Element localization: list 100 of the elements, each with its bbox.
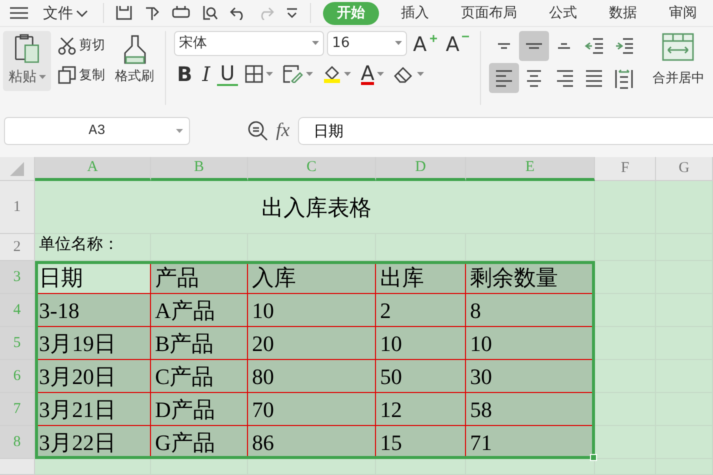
italic-button[interactable]: I — [199, 63, 214, 85]
save-icon[interactable] — [116, 6, 132, 20]
scissors-icon — [58, 36, 76, 55]
font-size-field[interactable]: 16 — [327, 31, 407, 56]
caret-icon[interactable] — [344, 72, 351, 76]
chevron-down-icon — [76, 10, 88, 16]
empty-cell[interactable] — [595, 234, 656, 261]
table-cell: 产品 — [151, 261, 248, 294]
ribbon-tab[interactable]: 插入 — [391, 2, 439, 24]
paste-button[interactable]: 粘贴 — [3, 31, 51, 91]
align-left-button[interactable] — [489, 63, 520, 93]
table-cell: 10 — [248, 294, 376, 327]
table-cell: 30 — [466, 360, 595, 393]
table-cell: B产品 — [151, 327, 248, 360]
table-cell: 2 — [376, 294, 466, 327]
paste-icon — [14, 34, 40, 64]
table-cell: G产品 — [151, 426, 248, 459]
merge-cells-icon — [662, 33, 694, 61]
caret-icon[interactable] — [312, 41, 319, 46]
table-cell: 3月19日 — [35, 327, 151, 360]
align-top-icon — [497, 43, 512, 49]
row-header[interactable]: 1 — [0, 181, 35, 234]
fill-handle[interactable] — [590, 454, 597, 461]
empty-cell[interactable] — [151, 234, 248, 261]
ribbon-tab[interactable]: 公式 — [539, 2, 587, 24]
cut-button[interactable]: 剪切 — [55, 35, 108, 56]
empty-cell[interactable] — [151, 459, 248, 475]
table-cell: 3月20日 — [35, 360, 151, 393]
caret-icon — [176, 129, 183, 134]
copy-button[interactable]: 复制 — [55, 64, 108, 86]
align-bottom-icon — [557, 43, 572, 49]
table-cell: 10 — [466, 327, 595, 360]
table-cell: 86 — [248, 426, 376, 459]
table-cell: A产品 — [151, 294, 248, 327]
table-cell: 入库 — [248, 261, 376, 294]
formula-field[interactable]: 日期 — [298, 117, 713, 145]
borders-icon — [244, 65, 263, 83]
function-button[interactable]: fx — [276, 116, 290, 146]
print-preview-icon[interactable] — [202, 6, 218, 20]
paintbrush-icon — [122, 35, 146, 65]
ribbon-tab[interactable]: 页面布局 — [451, 2, 527, 24]
merge-center-button[interactable]: 合并居中 — [649, 31, 708, 90]
paint-bucket-icon — [322, 64, 341, 84]
select-all-icon[interactable] — [10, 162, 24, 176]
format-painter-button[interactable]: 格式刷 — [112, 33, 157, 105]
empty-cell[interactable] — [376, 234, 466, 261]
table-cell: 80 — [248, 360, 376, 393]
table-cell: 20 — [248, 327, 376, 360]
caret-icon[interactable] — [377, 72, 384, 76]
table-cell: 10 — [376, 327, 466, 360]
caret-icon[interactable] — [266, 72, 273, 76]
table-cell: 3月21日 — [35, 393, 151, 426]
bold-button[interactable]: B — [174, 63, 196, 85]
empty-cell[interactable] — [248, 459, 376, 475]
align-middle-button[interactable] — [519, 31, 550, 61]
table-cell: 50 — [376, 360, 466, 393]
eraser-icon — [394, 65, 414, 83]
font-name-field[interactable]: 宋体 — [174, 31, 324, 56]
empty-cell[interactable] — [466, 234, 595, 261]
table-cell: 12 — [376, 393, 466, 426]
empty-cell[interactable] — [595, 181, 656, 234]
column-header[interactable]: F — [595, 157, 656, 181]
name-box[interactable]: A3 — [4, 117, 190, 145]
more-icon[interactable] — [286, 7, 298, 19]
table-cell: 70 — [248, 393, 376, 426]
table-cell: D产品 — [151, 393, 248, 426]
export-icon[interactable] — [144, 6, 160, 20]
caret-icon[interactable] — [395, 41, 402, 46]
table-cell: 58 — [466, 393, 595, 426]
caret-icon[interactable] — [417, 72, 424, 76]
caret-icon[interactable] — [306, 72, 313, 76]
row-header[interactable] — [0, 459, 35, 475]
menu-icon[interactable] — [10, 7, 28, 19]
align-middle-icon — [525, 43, 544, 49]
cell-style-icon — [282, 65, 303, 83]
print-icon[interactable] — [172, 6, 190, 20]
column-header[interactable]: G — [656, 157, 713, 181]
plus-icon — [430, 34, 437, 42]
ribbon-tab[interactable]: 审阅 — [659, 2, 707, 24]
table-cell: 单位名称： — [35, 234, 151, 261]
copy-icon — [58, 66, 76, 84]
file-menu[interactable]: 文件 — [40, 0, 91, 26]
table-cell: 15 — [376, 426, 466, 459]
grow-font-button[interactable]: A — [410, 32, 440, 54]
align-distributed-icon — [613, 67, 636, 89]
table-cell: 出库 — [376, 261, 466, 294]
ribbon-tab[interactable]: 数据 — [599, 2, 647, 24]
caret-icon[interactable] — [38, 75, 46, 80]
underline-button[interactable]: U — [217, 62, 238, 86]
empty-cell[interactable] — [656, 181, 713, 234]
shrink-font-button[interactable]: A — [442, 32, 472, 54]
table-cell: 8 — [466, 294, 595, 327]
row-header[interactable]: 2 — [0, 234, 35, 261]
table-cell: 3-18 — [35, 294, 151, 327]
zoom-icon[interactable] — [248, 121, 268, 141]
empty-cell[interactable] — [248, 234, 376, 261]
table-cell: C产品 — [151, 360, 248, 393]
sheet-title: 出入库表格 — [35, 181, 595, 234]
empty-cell[interactable] — [376, 459, 466, 475]
font-color-button[interactable]: A — [358, 62, 388, 86]
